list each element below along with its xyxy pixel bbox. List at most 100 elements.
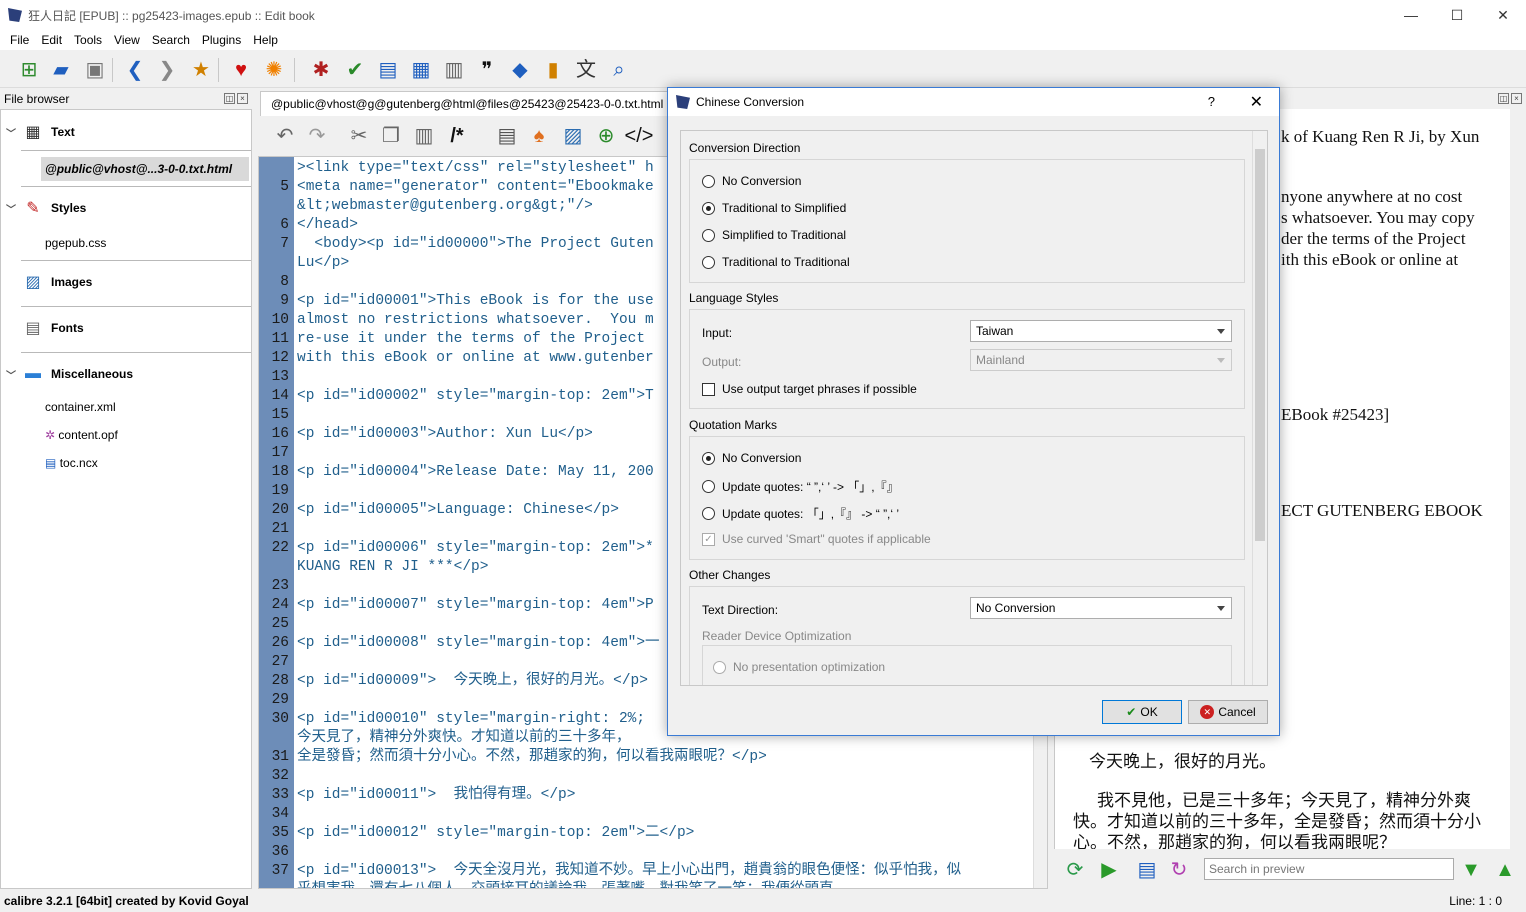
file-content-opf[interactable]: ✲ content.opf <box>45 428 118 442</box>
radio-quotes-to-curved[interactable]: Update quotes: 「」,『』 -> “ ”,‘ ’ <box>702 505 899 522</box>
dialog-help-button[interactable]: ? <box>1208 94 1215 109</box>
section-fonts[interactable]: ▤ Fonts <box>21 318 83 338</box>
menu-search[interactable]: Search <box>146 33 196 47</box>
checkbox-checked-disabled[interactable]: ✓ <box>702 532 715 546</box>
code-line[interactable]: 34 <box>259 805 1047 824</box>
code-line[interactable]: 35 <p id="id00012" style="margin-top: 2em… <box>259 824 1047 843</box>
code-line[interactable]: 31 全是發昏；然而須十分小心。不然，那趙家的狗，何以看我兩眼呢？</p> <box>259 748 1047 767</box>
open-book-icon[interactable]: ▰ <box>48 57 74 83</box>
checkbox[interactable] <box>702 382 715 396</box>
collapse-arrow-icon[interactable]: ﹀ <box>1 201 21 216</box>
dialog-close-button[interactable]: ✕ <box>1250 92 1263 112</box>
back-icon[interactable]: ❮ <box>122 57 148 83</box>
radio-button[interactable] <box>713 660 726 674</box>
file-toc-ncx[interactable]: ▤ toc.ncx <box>45 456 98 470</box>
menu-plugins[interactable]: Plugins <box>196 33 247 47</box>
file-html[interactable]: @public@vhost@...3-0-0.txt.html <box>41 157 249 181</box>
scrollbar-thumb[interactable] <box>1255 149 1265 541</box>
radio-button[interactable] <box>702 507 715 520</box>
radio-traditional-to-simplified[interactable]: Traditional to Simplified <box>702 201 846 215</box>
help-lifebuoy-icon[interactable]: ✺ <box>261 57 287 83</box>
donate-heart-icon[interactable]: ♥ <box>228 57 254 83</box>
float-icon[interactable]: ◫ <box>1498 93 1509 104</box>
radio-button[interactable] <box>702 228 715 242</box>
menu-help[interactable]: Help <box>247 33 284 47</box>
edit-toc-icon[interactable]: ◆ <box>507 57 533 83</box>
save-icon[interactable]: ▣ <box>82 57 108 83</box>
close-dock-icon[interactable]: × <box>1511 93 1522 104</box>
radio-quotes-to-corner[interactable]: Update quotes: “ ”,‘ ’ -> 「」,『』 <box>702 478 899 495</box>
use-output-phrases-checkbox[interactable]: Use output target phrases if possible <box>702 382 917 396</box>
code-line[interactable]: 37 <p id="id00013"> 今天全沒月光，我知道不妙。早上小心出門，趙… <box>259 862 1047 881</box>
transform-styles-icon[interactable]: ▦ <box>408 57 434 83</box>
undo-icon[interactable]: ↶ <box>272 123 298 149</box>
menu-file[interactable]: File <box>4 33 35 47</box>
maximize-button[interactable]: ☐ <box>1434 0 1480 30</box>
input-style-select[interactable]: Taiwan <box>970 320 1232 342</box>
fonts-icon[interactable]: ▥ <box>441 57 467 83</box>
close-window-button[interactable]: ✕ <box>1480 0 1526 30</box>
radio-simplified-to-traditional[interactable]: Simplified to Traditional <box>702 228 846 242</box>
code-line[interactable]: 乎想害我。還有七八個人，交頭接耳的議論我，張著嘴，對我笑了一笑；我便從頭直 <box>259 881 1047 888</box>
float-icon[interactable]: ◫ <box>224 93 235 104</box>
section-styles[interactable]: ﹀ ✎ Styles <box>1 198 86 218</box>
code-line[interactable]: 32 <box>259 767 1047 786</box>
cut-icon[interactable]: ✂ <box>346 123 372 149</box>
radio-no-conversion[interactable]: No Conversion <box>702 174 801 188</box>
play-icon[interactable]: ▶ <box>1096 857 1122 883</box>
paste-icon[interactable]: ▥ <box>411 123 437 149</box>
split-icon[interactable]: ▤ <box>1134 857 1160 883</box>
redo-icon[interactable]: ↷ <box>304 123 330 149</box>
radio-button-selected[interactable] <box>702 201 715 215</box>
forward-icon[interactable]: ❯ <box>154 57 180 83</box>
file-container-xml[interactable]: container.xml <box>45 400 116 414</box>
editor-tab[interactable]: @public@vhost@g@gutenberg@html@files@254… <box>260 91 670 117</box>
preview-scrollbar[interactable] <box>1510 109 1526 849</box>
collapse-arrow-icon[interactable]: ﹀ <box>1 367 21 382</box>
find-previous-icon[interactable]: ▲ <box>1492 857 1518 883</box>
close-dock-icon[interactable]: × <box>237 93 248 104</box>
search-icon[interactable]: ⌕ <box>606 57 632 83</box>
code-tag-icon[interactable]: </> <box>625 123 654 149</box>
insert-tag-icon[interactable]: ♠ <box>526 123 552 149</box>
radio-quotes-no-conversion[interactable]: No Conversion <box>702 451 801 465</box>
file-css[interactable]: pgepub.css <box>45 236 106 250</box>
refresh-preview-icon[interactable]: ⟳ <box>1062 857 1088 883</box>
check-book-bug-icon[interactable]: ✱ <box>308 57 334 83</box>
collapse-arrow-icon[interactable]: ﹀ <box>1 125 21 140</box>
section-text[interactable]: ﹀ ▦ Text <box>1 122 75 142</box>
copy-icon[interactable]: ❐ <box>378 123 404 149</box>
minimize-button[interactable]: — <box>1388 0 1434 30</box>
reports-icon[interactable]: ▤ <box>375 57 401 83</box>
text-direction-select[interactable]: No Conversion <box>970 597 1232 619</box>
insert-html-icon[interactable]: ▤ <box>494 123 520 149</box>
insert-link-icon[interactable]: ⊕ <box>593 123 619 149</box>
radio-button-selected[interactable] <box>702 451 715 465</box>
preview-search-input[interactable]: Search in preview <box>1204 858 1454 880</box>
radio-no-presentation-optimization[interactable]: No presentation optimization <box>713 660 885 674</box>
ok-button[interactable]: ✔ OK <box>1102 700 1182 724</box>
radio-button[interactable] <box>702 174 715 188</box>
code-line[interactable]: 36 <box>259 843 1047 862</box>
smarten-punctuation-icon[interactable]: ❞ <box>474 57 500 83</box>
comment-icon[interactable]: /* <box>444 123 470 149</box>
chart-icon[interactable]: ▮ <box>540 57 566 83</box>
find-next-icon[interactable]: ▼ <box>1458 857 1484 883</box>
radio-button[interactable] <box>702 480 715 493</box>
checkpoint-icon[interactable]: ★ <box>188 57 214 83</box>
cancel-button[interactable]: ✕ Cancel <box>1188 700 1268 724</box>
radio-button[interactable] <box>702 255 715 269</box>
menu-tools[interactable]: Tools <box>68 33 108 47</box>
insert-image-icon[interactable]: ▨ <box>560 123 586 149</box>
chinese-conversion-icon[interactable]: 文 <box>573 57 599 83</box>
section-images[interactable]: ▨ Images <box>21 272 92 292</box>
smart-quotes-checkbox[interactable]: ✓ Use curved 'Smart" quotes if applicabl… <box>702 532 931 546</box>
reload-icon[interactable]: ↻ <box>1166 857 1192 883</box>
dialog-scrollbar[interactable] <box>1252 131 1267 685</box>
section-misc[interactable]: ﹀ ▬ Miscellaneous <box>1 364 133 384</box>
radio-traditional-to-traditional[interactable]: Traditional to Traditional <box>702 255 850 269</box>
output-style-select[interactable]: Mainland <box>970 349 1232 371</box>
menu-view[interactable]: View <box>108 33 146 47</box>
code-line[interactable]: 33 <p id="id00011"> 我怕得有理。</p> <box>259 786 1047 805</box>
spellcheck-icon[interactable]: ✔ <box>342 57 368 83</box>
